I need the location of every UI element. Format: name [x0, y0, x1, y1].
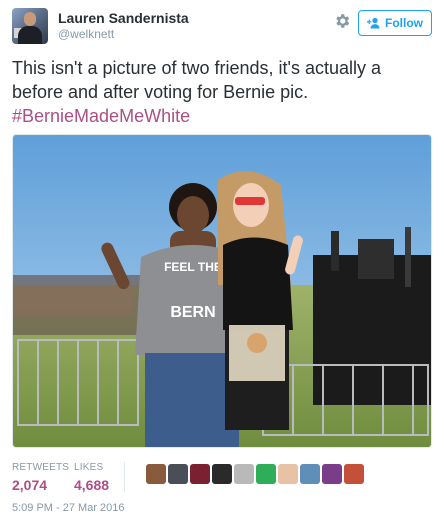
avatar-figure-head: [24, 12, 36, 26]
add-user-icon: [367, 17, 380, 29]
liker-avatar[interactable]: [146, 464, 166, 484]
follow-button[interactable]: Follow: [358, 10, 432, 36]
likes-stat[interactable]: LIKES 4,688: [74, 462, 109, 494]
liker-avatar[interactable]: [344, 464, 364, 484]
photo-scene: FEEL THE BERN: [13, 135, 431, 447]
shirt-text-top: FEEL THE: [164, 260, 222, 274]
avatar-figure-body: [18, 26, 42, 44]
tweet-header: Lauren Sandernista @welknett Follow: [12, 8, 432, 44]
liker-avatar[interactable]: [278, 464, 298, 484]
liker-avatar[interactable]: [190, 464, 210, 484]
hashtag-link[interactable]: #BernieMadeMeWhite: [12, 106, 190, 126]
tweet-photo[interactable]: FEEL THE BERN: [12, 134, 432, 448]
avatar[interactable]: [12, 8, 48, 44]
author-display-name[interactable]: Lauren Sandernista: [58, 10, 189, 27]
tweet-card: Lauren Sandernista @welknett Follow This…: [0, 0, 444, 516]
liker-avatar[interactable]: [212, 464, 232, 484]
gear-icon[interactable]: [333, 12, 351, 30]
stats-divider: [124, 462, 125, 492]
likes-label: LIKES: [74, 462, 104, 473]
shirt-text-bottom: BERN: [170, 304, 215, 321]
liker-avatar[interactable]: [234, 464, 254, 484]
author-handle[interactable]: @welknett: [58, 27, 189, 42]
follow-button-label: Follow: [385, 16, 423, 30]
tweet-text: This isn't a picture of two friends, it'…: [12, 56, 432, 128]
author-names: Lauren Sandernista @welknett: [58, 10, 189, 42]
liker-avatar[interactable]: [168, 464, 188, 484]
retweets-count: 2,074: [12, 477, 48, 493]
tweet-body: This isn't a picture of two friends, it'…: [12, 58, 382, 102]
liker-avatar[interactable]: [256, 464, 276, 484]
retweets-stat[interactable]: RETWEETS 2,074: [12, 462, 69, 494]
liker-avatar[interactable]: [322, 464, 342, 484]
likes-count: 4,688: [74, 477, 110, 493]
retweets-label: RETWEETS: [12, 462, 70, 473]
tweet-timestamp[interactable]: 5:09 PM - 27 Mar 2016: [12, 502, 125, 514]
liker-avatar[interactable]: [300, 464, 320, 484]
